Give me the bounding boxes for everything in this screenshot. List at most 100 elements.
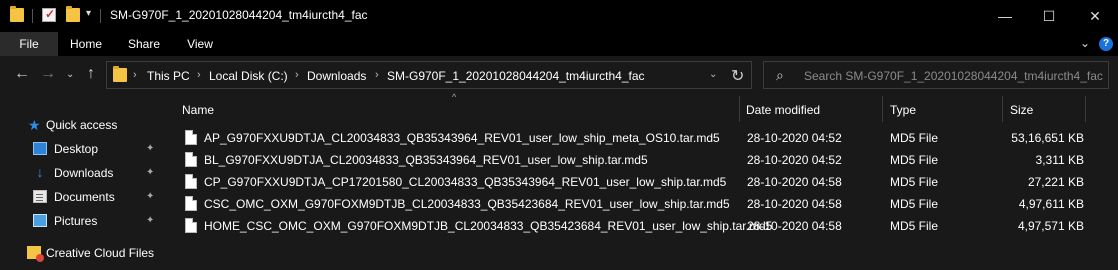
file-name: AP_G970FXXU9DTJA_CL20034833_QB35343964_R…: [204, 131, 720, 145]
file-icon: [185, 218, 197, 233]
folder-icon: [10, 6, 24, 22]
file-date: 28-10-2020 04:58: [747, 197, 842, 211]
file-name: HOME_CSC_OMC_OXM_G970FOXM9DTJB_CL2003483…: [204, 219, 773, 233]
file-type: MD5 File: [890, 219, 939, 233]
star-icon: ★: [28, 117, 41, 133]
forward-button[interactable]: →: [40, 65, 56, 83]
navigation-bar: ← → ⌄ ↑ › This PC › Local Disk (C:) › Do…: [0, 56, 1118, 94]
file-row[interactable]: CSC_OMC_OXM_G970FOXM9DTJB_CL20034833_QB3…: [180, 193, 1084, 215]
chevron-right-icon[interactable]: ›: [197, 69, 201, 81]
column-header-type[interactable]: Type: [883, 94, 1001, 124]
file-date: 28-10-2020 04:58: [747, 219, 842, 233]
sidebar-item-label: Pictures: [54, 214, 98, 228]
pin-icon[interactable]: ✦: [146, 215, 154, 226]
close-button[interactable]: ✕: [1072, 0, 1118, 32]
breadcrumb-local-disk[interactable]: Local Disk (C:): [209, 69, 288, 83]
folder-icon: [113, 66, 127, 82]
tab-view[interactable]: View: [180, 32, 220, 56]
address-dropdown-icon[interactable]: ⌄: [709, 69, 717, 80]
file-row[interactable]: CP_G970FXXU9DTJA_CP17201580_CL20034833_Q…: [180, 171, 1084, 193]
file-type: MD5 File: [890, 131, 939, 145]
pin-icon[interactable]: ✦: [146, 143, 154, 154]
file-type: MD5 File: [890, 197, 939, 211]
pictures-icon: [33, 214, 47, 227]
file-icon: [185, 174, 197, 189]
download-icon: ↓: [36, 164, 44, 180]
file-name: CP_G970FXXU9DTJA_CP17201580_CL20034833_Q…: [204, 175, 727, 189]
customize-quick-access-icon[interactable]: ▾: [86, 8, 91, 19]
divider: [100, 9, 101, 23]
creative-cloud-icon: [27, 246, 44, 262]
sidebar-item-label: Downloads: [54, 166, 114, 180]
sidebar-item-label: Quick access: [46, 118, 118, 132]
sidebar-item-label: Desktop: [54, 142, 99, 156]
expand-ribbon-icon[interactable]: ⌄: [1080, 36, 1090, 50]
pin-icon[interactable]: ✦: [146, 167, 154, 178]
ribbon-tabs: File Home Share View ⌄ ?: [0, 32, 1118, 56]
pin-icon[interactable]: ✦: [146, 191, 154, 202]
help-icon[interactable]: ?: [1099, 37, 1113, 51]
sidebar-item-label: Creative Cloud Files: [46, 246, 155, 260]
search-placeholder: Search SM-G970F_1_20201028044204_tm4iurc…: [804, 69, 1103, 83]
new-folder-icon[interactable]: [66, 6, 80, 22]
column-header-label: Name: [182, 103, 215, 117]
tab-file[interactable]: File: [0, 32, 58, 56]
column-header-label: Size: [1010, 103, 1034, 117]
tab-share[interactable]: Share: [122, 32, 166, 56]
file-name: CSC_OMC_OXM_G970FOXM9DTJB_CL20034833_QB3…: [204, 197, 730, 211]
file-size: 27,221 KB: [1027, 175, 1084, 189]
file-row[interactable]: AP_G970FXXU9DTJA_CL20034833_QB35343964_R…: [180, 127, 1084, 149]
file-size: 4,97,571 KB: [1017, 219, 1084, 233]
file-name: BL_G970FXXU9DTJA_CL20034833_QB35343964_R…: [204, 153, 648, 167]
chevron-right-icon[interactable]: ›: [133, 69, 137, 81]
column-header-name[interactable]: Name: [180, 94, 738, 124]
window-title: SM-G970F_1_20201028044204_tm4iurcth4_fac: [110, 8, 368, 22]
recent-locations-icon[interactable]: ⌄: [66, 69, 74, 80]
column-header-label: Date modified: [746, 103, 821, 117]
column-header-label: Type: [890, 103, 917, 117]
file-size: 4,97,611 KB: [1018, 197, 1084, 211]
sidebar-item-label: Documents: [54, 190, 115, 204]
breadcrumb-this-pc[interactable]: This PC: [147, 69, 190, 83]
file-row[interactable]: HOME_CSC_OMC_OXM_G970FOXM9DTJB_CL2003483…: [180, 215, 1084, 237]
column-divider[interactable]: [1085, 96, 1086, 122]
title-bar: ▾ SM-G970F_1_20201028044204_tm4iurcth4_f…: [0, 0, 1118, 32]
sidebar-item-desktop[interactable]: Desktop ✦: [0, 138, 170, 160]
search-input[interactable]: ⌕ Search SM-G970F_1_20201028044204_tm4iu…: [763, 61, 1109, 89]
file-row[interactable]: BL_G970FXXU9DTJA_CL20034833_QB35343964_R…: [180, 149, 1084, 171]
breadcrumb-current-folder[interactable]: SM-G970F_1_20201028044204_tm4iurcth4_fac: [387, 69, 645, 83]
search-icon: ⌕: [776, 67, 784, 83]
file-size: 53,16,651 KB: [1011, 131, 1084, 145]
file-type: MD5 File: [890, 175, 939, 189]
file-type: MD5 File: [890, 153, 939, 167]
sidebar-item-creative-cloud[interactable]: Creative Cloud Files: [0, 242, 170, 264]
desktop-icon: [33, 142, 47, 155]
maximize-button[interactable]: ☐: [1026, 0, 1072, 32]
file-icon: [185, 130, 197, 145]
file-date: 28-10-2020 04:52: [747, 131, 842, 145]
sidebar-item-downloads[interactable]: ↓ Downloads ✦: [0, 162, 170, 184]
file-date: 28-10-2020 04:52: [747, 153, 842, 167]
tab-home[interactable]: Home: [64, 32, 108, 56]
sidebar-item-documents[interactable]: Documents ✦: [0, 186, 170, 208]
sidebar-item-pictures[interactable]: Pictures ✦: [0, 210, 170, 232]
breadcrumb-downloads[interactable]: Downloads: [307, 69, 366, 83]
divider: [32, 9, 33, 23]
properties-icon[interactable]: [42, 7, 56, 22]
file-size: 3,311 KB: [1035, 153, 1084, 167]
up-button[interactable]: ↑: [87, 65, 95, 83]
chevron-right-icon[interactable]: ›: [375, 69, 379, 81]
column-header-size[interactable]: Size: [1003, 94, 1085, 124]
sidebar-item-quick-access[interactable]: ★ Quick access: [0, 114, 170, 136]
minimize-button[interactable]: —: [982, 0, 1028, 32]
file-icon: [185, 196, 197, 211]
refresh-icon[interactable]: ↻: [731, 66, 744, 86]
documents-icon: [33, 190, 47, 203]
file-icon: [185, 152, 197, 167]
back-button[interactable]: ←: [14, 65, 30, 83]
chevron-right-icon[interactable]: ›: [295, 69, 299, 81]
address-bar[interactable]: › This PC › Local Disk (C:) › Downloads …: [106, 61, 752, 89]
file-date: 28-10-2020 04:58: [747, 175, 842, 189]
navigation-pane: ★ Quick access Desktop ✦ ↓ Downloads ✦ D…: [0, 94, 172, 270]
column-header-date[interactable]: Date modified: [740, 94, 882, 124]
